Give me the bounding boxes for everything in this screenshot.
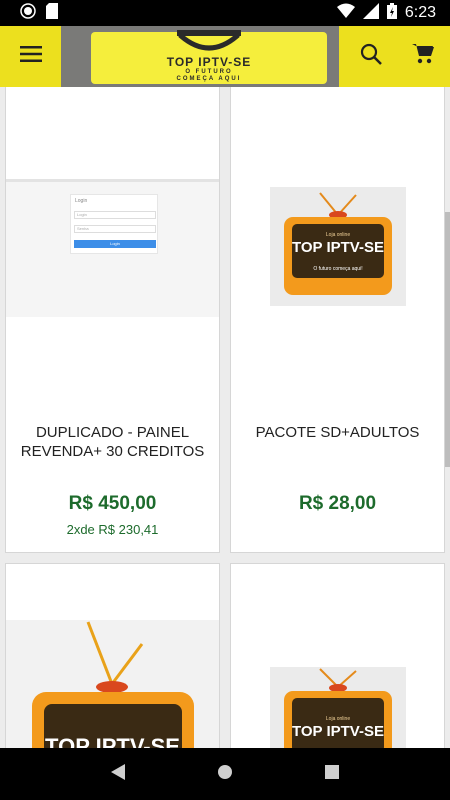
cart-button[interactable] bbox=[400, 32, 446, 80]
home-circle-icon bbox=[218, 764, 232, 779]
search-icon bbox=[360, 43, 382, 70]
product-card[interactable]: Login Login Senha Login DUPLICADO - PAIN… bbox=[5, 87, 220, 553]
login-title: Login bbox=[75, 198, 88, 204]
wifi-icon bbox=[336, 3, 355, 24]
product-price: R$ 28,00 bbox=[298, 493, 377, 514]
product-image[interactable]: Login Login Senha Login bbox=[6, 182, 219, 317]
shopping-bag-logo-icon: TOP IPTV-SE O FUTURO COMEÇA AQUI bbox=[91, 30, 327, 84]
image-brand: TOP IPTV-SE bbox=[292, 723, 384, 740]
product-title[interactable]: PACOTE SD+ADULTOS bbox=[241, 423, 434, 442]
hamburger-menu-icon bbox=[19, 46, 42, 67]
image-brand: TOP IPTV-SE bbox=[292, 239, 384, 256]
login-field: Login bbox=[74, 211, 156, 219]
recents-button[interactable] bbox=[325, 764, 339, 784]
status-bar: 6:23 bbox=[0, 0, 450, 26]
logo-tagline-2: COMEÇA AQUI bbox=[176, 76, 242, 82]
battery-icon bbox=[386, 2, 397, 24]
product-image[interactable]: TOP IPTV-SE bbox=[6, 620, 219, 748]
product-grid[interactable]: Login Login Senha Login DUPLICADO - PAIN… bbox=[0, 87, 450, 748]
home-button[interactable] bbox=[217, 764, 233, 785]
logo-title: TOP IPTV-SE bbox=[166, 55, 252, 69]
product-price: R$ 450,00 bbox=[68, 493, 157, 514]
menu-button[interactable] bbox=[0, 26, 61, 87]
app-header: TOP IPTV-SE O FUTURO COMEÇA AQUI bbox=[0, 26, 450, 87]
image-caption-top: Loja online bbox=[325, 232, 351, 238]
system-nav-bar bbox=[0, 748, 450, 800]
image-caption-bottom: O futuro começa aqui! bbox=[313, 266, 363, 272]
tv-logo-icon bbox=[32, 621, 194, 748]
product-card[interactable]: TOP IPTV-SE bbox=[5, 563, 220, 748]
product-title[interactable]: DUPLICADO - PAINEL REVENDA+ 30 CREDITOS bbox=[16, 423, 209, 461]
installment-price: 2xde R$ 230,41 bbox=[66, 522, 159, 537]
shopping-cart-icon bbox=[412, 43, 434, 70]
scrollbar-thumb[interactable] bbox=[445, 212, 450, 467]
login-button-graphic: Login bbox=[74, 240, 156, 248]
image-brand: TOP IPTV-SE bbox=[45, 734, 180, 748]
back-button[interactable] bbox=[111, 763, 125, 785]
signal-icon bbox=[362, 2, 379, 24]
product-image[interactable]: Loja online TOP IPTV-SE O futuro começa … bbox=[270, 187, 406, 306]
image-caption-top: Loja online bbox=[325, 716, 351, 722]
sd-card-icon bbox=[46, 2, 58, 24]
product-image[interactable]: Loja online TOP IPTV-SE bbox=[270, 667, 406, 748]
status-time: 6:23 bbox=[404, 4, 436, 21]
product-card[interactable]: Loja online TOP IPTV-SE bbox=[230, 563, 445, 748]
recents-square-icon bbox=[325, 764, 339, 779]
back-triangle-icon bbox=[111, 763, 125, 780]
notification-record-icon bbox=[20, 2, 36, 24]
product-card[interactable]: Loja online TOP IPTV-SE O futuro começa … bbox=[230, 87, 445, 553]
store-logo[interactable]: TOP IPTV-SE O FUTURO COMEÇA AQUI bbox=[61, 26, 339, 87]
logo-tagline-1: O FUTURO bbox=[185, 69, 233, 75]
login-box: Login Login Senha Login bbox=[70, 194, 158, 254]
password-field: Senha bbox=[74, 225, 156, 233]
search-button[interactable] bbox=[348, 32, 394, 80]
